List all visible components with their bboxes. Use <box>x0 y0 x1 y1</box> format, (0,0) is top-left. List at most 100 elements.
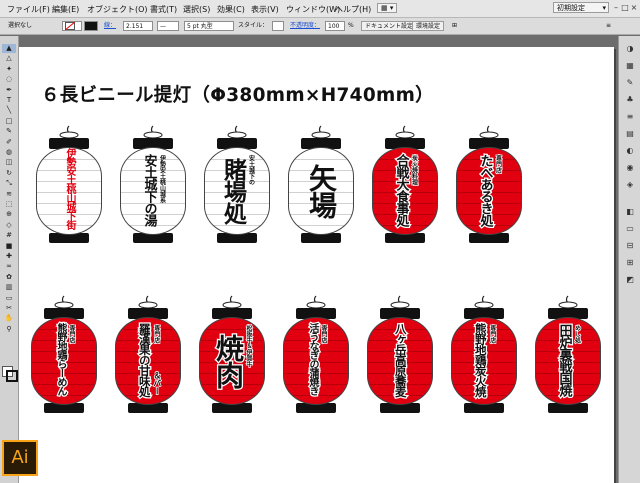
swatches-icon[interactable]: ▦ <box>624 61 636 71</box>
lantern-5[interactable]: 八ヶ岳高原蕎麦 <box>363 295 437 421</box>
lantern-rib <box>200 329 264 330</box>
transparency-icon[interactable]: ◐ <box>624 146 636 156</box>
align-options-icon[interactable]: ⊞ <box>452 21 457 31</box>
menu-help[interactable]: ヘルプ(H) <box>335 4 371 15</box>
control-bar: 選択なし 線： 2.151 — 5 pt 丸型 スタイル： 不透明度： 100 … <box>0 18 640 35</box>
stroke-swatch[interactable] <box>84 21 98 31</box>
lantern-main-text: 焼肉 <box>211 333 247 390</box>
lantern-7[interactable]: 田炉裏戦国焼 めし処 <box>531 295 605 421</box>
graphic-style-swatch[interactable] <box>272 21 284 31</box>
layers-icon[interactable]: ◧ <box>624 207 636 217</box>
gradient-tool[interactable]: ■ <box>2 242 16 251</box>
lasso-tool[interactable]: ◌ <box>2 75 16 84</box>
lantern-6[interactable]: たべあるき処 専門店 <box>452 125 526 251</box>
hand-tool[interactable]: ✋ <box>2 314 16 323</box>
workspace-switcher[interactable]: 初期設定 <box>553 2 609 14</box>
gradient-icon[interactable]: ▤ <box>624 129 636 139</box>
fill-stroke-swatches[interactable] <box>2 366 18 382</box>
arrange-documents-button[interactable]: ▦ ▾ <box>377 3 398 13</box>
lantern-main-text: たべあるき処 <box>476 153 494 228</box>
menu-select[interactable]: 選択(S) <box>183 4 210 15</box>
graphic-styles-icon[interactable]: ◈ <box>624 180 636 190</box>
lantern-3[interactable]: 賭場処 安土城下の <box>200 125 274 251</box>
lantern-rib <box>289 225 353 226</box>
menu-view[interactable]: 表示(V) <box>251 4 279 15</box>
lantern-4[interactable]: 活うなぎの蒲焼き 専門店 <box>279 295 353 421</box>
lantern-4[interactable]: 矢場 <box>284 125 358 251</box>
preferences-button[interactable]: 環境設定 <box>412 21 445 31</box>
lantern-rib <box>200 395 264 396</box>
stroke-icon[interactable]: ≡ <box>624 112 636 122</box>
color-icon[interactable]: ◑ <box>624 44 636 54</box>
menu-file[interactable]: ファイル(F) <box>7 4 50 15</box>
perspective-tool[interactable]: ◇ <box>2 221 16 230</box>
pathfinder-icon[interactable]: ◩ <box>624 275 636 285</box>
menu-effect[interactable]: 効果(C) <box>217 4 245 15</box>
brushes-icon[interactable]: ✎ <box>624 78 636 88</box>
artboard-tool[interactable]: ▭ <box>2 294 16 303</box>
eraser-tool[interactable]: ◫ <box>2 158 16 167</box>
align-icon[interactable]: ⊟ <box>624 241 636 251</box>
width-tool[interactable]: ≋ <box>2 190 16 199</box>
opacity-field[interactable]: 100 <box>325 21 345 31</box>
document-setup-button[interactable]: ドキュメント設定 <box>361 21 418 31</box>
appearance-icon[interactable]: ◉ <box>624 163 636 173</box>
artboards-icon[interactable]: ▭ <box>624 224 636 234</box>
lantern-sub-text: めし処 <box>573 324 582 344</box>
opacity-label[interactable]: 不透明度： <box>290 21 320 31</box>
lantern-sub-text: 専門店 <box>494 154 503 174</box>
scale-tool[interactable]: ⤡ <box>2 179 16 188</box>
rectangle-tool[interactable]: □ <box>2 117 16 126</box>
variable-width-profile[interactable]: — <box>157 21 179 31</box>
lantern-rib <box>284 395 348 396</box>
slice-tool[interactable]: ✂ <box>2 304 16 313</box>
lantern-2[interactable]: 羅漢果の甘味処 専門店 ＆バー <box>111 295 185 421</box>
stroke-weight-field[interactable]: 2.151 <box>123 21 153 31</box>
graph-tool[interactable]: ▥ <box>2 283 16 292</box>
transform-icon[interactable]: ⊞ <box>624 258 636 268</box>
menu-type[interactable]: 書式(T) <box>150 4 177 15</box>
lantern-6[interactable]: 熊野地鶏炭火焼 専門店 <box>447 295 521 421</box>
opacity-unit: % <box>348 22 354 29</box>
stroke-label[interactable]: 線： <box>104 21 116 31</box>
lantern-1[interactable]: 熊野地鶏らーめん 専門店 <box>27 295 101 421</box>
selection-tool[interactable]: ▲ <box>2 44 16 53</box>
eyedropper-tool[interactable]: ✚ <box>2 252 16 261</box>
lantern-sub-text: 専門店 <box>152 324 161 344</box>
symbols-icon[interactable]: ♣ <box>624 95 636 105</box>
type-tool[interactable]: T <box>2 96 16 105</box>
pen-tool[interactable]: ✒ <box>2 86 16 95</box>
blob-brush-tool[interactable]: ◍ <box>2 148 16 157</box>
lantern-5[interactable]: 合戦大食事処 炭火焼料理 <box>368 125 442 251</box>
rotate-tool[interactable]: ↻ <box>2 169 16 178</box>
blend-tool[interactable]: ∞ <box>2 262 16 271</box>
lantern-main-text: 伊勢安土桃山城下街 <box>64 148 75 230</box>
zoom-tool[interactable]: ⚲ <box>2 325 16 334</box>
lantern-2[interactable]: 安土城下の湯 伊勢安土桃山城系 <box>116 125 190 251</box>
shape-builder-tool[interactable]: ⊕ <box>2 210 16 219</box>
line-tool[interactable]: ╲ <box>2 106 16 115</box>
direct-selection-tool[interactable]: △ <box>2 54 16 63</box>
panel-menu-icon[interactable]: ≡ <box>606 21 611 31</box>
lantern-sub-text: 専門店 <box>319 324 328 344</box>
mesh-tool[interactable]: # <box>2 231 16 240</box>
menu-window[interactable]: ウィンドウ(W) <box>286 4 340 15</box>
close-icon[interactable]: × <box>629 2 639 13</box>
illustrator-logo: Ai <box>2 440 38 476</box>
lantern-main-text: 八ヶ岳高原蕎麦 <box>393 322 409 398</box>
lantern-sub-text: 安土城下の <box>247 155 255 185</box>
magic-wand-tool[interactable]: ✦ <box>2 65 16 74</box>
fill-swatch[interactable] <box>62 21 82 31</box>
menu-object[interactable]: オブジェクト(O) <box>87 4 148 15</box>
style-label: スタイル： <box>238 22 269 29</box>
lantern-1[interactable]: 伊勢安土桃山城下街 <box>32 125 106 251</box>
free-transform-tool[interactable]: ⬚ <box>2 200 16 209</box>
menu-edit[interactable]: 編集(E) <box>52 4 79 15</box>
lantern-3[interactable]: 焼肉 松阪牛＆伊賀牛 <box>195 295 269 421</box>
brush-definition[interactable]: 5 pt 丸型 <box>184 21 234 31</box>
lantern-sub-text: 専門店 <box>67 324 76 344</box>
pencil-tool[interactable]: ✐ <box>2 138 16 147</box>
lantern-main-text: 矢場 <box>305 164 338 219</box>
symbol-sprayer-tool[interactable]: ✿ <box>2 273 16 282</box>
paintbrush-tool[interactable]: ✎ <box>2 127 16 136</box>
